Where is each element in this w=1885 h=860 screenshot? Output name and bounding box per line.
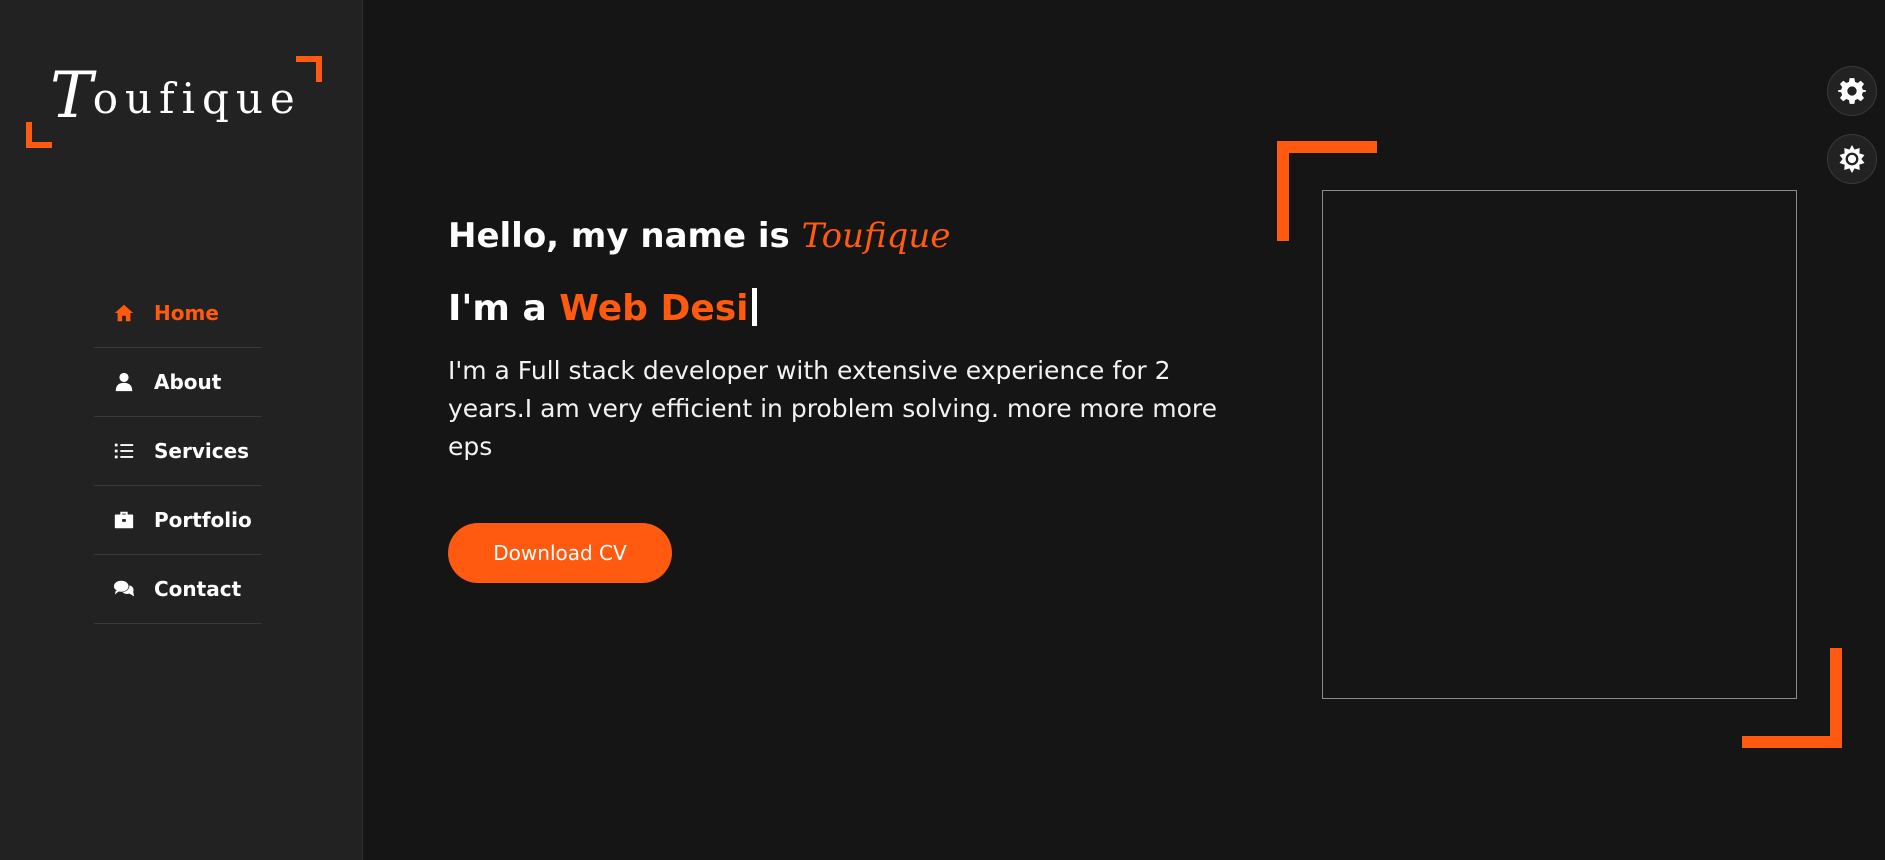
nav-item-home[interactable]: Home xyxy=(94,279,261,348)
nav-item-services[interactable]: Services xyxy=(94,417,261,486)
logo-rest: oufique xyxy=(92,74,302,123)
role-typed-text: Web Desi xyxy=(559,288,749,329)
greeting-prefix: Hello, my name is xyxy=(448,216,802,256)
download-cv-button[interactable]: Download CV xyxy=(448,523,672,583)
style-switcher-button[interactable] xyxy=(1827,66,1877,116)
gear-icon xyxy=(1838,77,1866,105)
user-icon xyxy=(112,370,136,394)
logo-corner-bottom-left xyxy=(26,122,52,148)
nav-label-contact: Contact xyxy=(154,577,242,601)
page: Toufique Home About Services Portfolio C… xyxy=(0,0,1885,860)
logo-text: Toufique xyxy=(50,64,302,128)
briefcase-icon xyxy=(112,508,136,532)
greeting-heading: Hello, my name is Toufique xyxy=(448,210,1248,262)
role-prefix: I'm a xyxy=(448,288,560,329)
greeting-name: Toufique xyxy=(801,216,951,256)
nav-label-services: Services xyxy=(154,439,250,463)
theme-toggle-button[interactable] xyxy=(1827,134,1877,184)
typing-cursor xyxy=(751,288,757,326)
list-icon xyxy=(112,439,136,463)
profile-photo-frame xyxy=(1322,190,1797,699)
role-heading: I'm a Web Desi xyxy=(448,282,1248,336)
hero: Hello, my name is Toufique I'm a Web Des… xyxy=(448,210,1248,583)
nav-item-about[interactable]: About xyxy=(94,348,261,417)
nav-label-about: About xyxy=(154,370,222,394)
nav-label-portfolio: Portfolio xyxy=(154,508,252,532)
nav-label-home: Home xyxy=(154,301,219,325)
sidebar: Toufique Home About Services Portfolio C… xyxy=(0,0,363,860)
logo[interactable]: Toufique xyxy=(26,56,322,148)
home-icon xyxy=(112,301,136,325)
comments-icon xyxy=(112,577,136,601)
sun-icon xyxy=(1838,145,1866,173)
logo-initial: T xyxy=(50,59,93,133)
main-nav: Home About Services Portfolio Contact xyxy=(94,279,261,624)
nav-item-portfolio[interactable]: Portfolio xyxy=(94,486,261,555)
nav-item-contact[interactable]: Contact xyxy=(94,555,261,624)
bio-text: I'm a Full stack developer with extensiv… xyxy=(448,356,1218,461)
frame-corner-bottom-right xyxy=(1742,648,1842,748)
